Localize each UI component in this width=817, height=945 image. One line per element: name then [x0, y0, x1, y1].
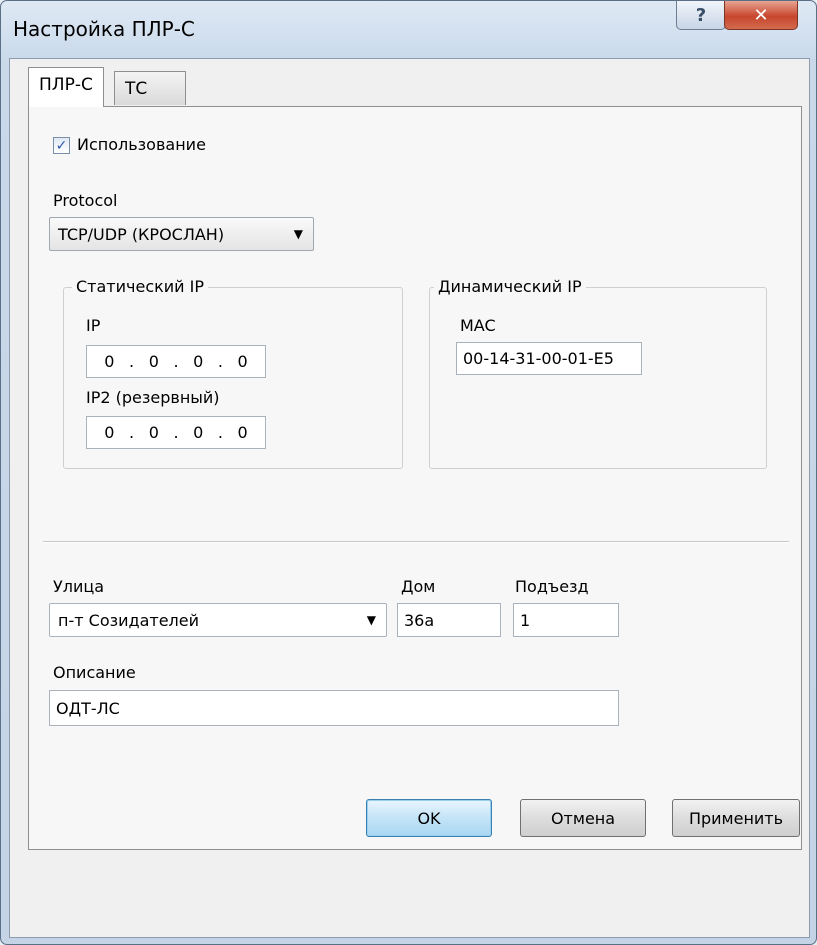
ip-label: IP: [86, 316, 101, 335]
ip2-input[interactable]: 0 . 0 . 0 . 0: [86, 416, 266, 449]
ip-input[interactable]: 0 . 0 . 0 . 0: [86, 345, 266, 378]
apply-button[interactable]: Применить: [672, 799, 800, 837]
ip-octet: 0: [193, 352, 204, 371]
static-ip-group: Статический IP IP 0 . 0 . 0 . 0 IP2 (рез…: [63, 277, 403, 469]
ip2-dot: .: [173, 423, 179, 442]
entrance-input[interactable]: 1: [513, 603, 619, 637]
close-button[interactable]: ✕: [724, 1, 798, 30]
ip-octet: 0: [104, 352, 115, 371]
street-select[interactable]: п-т Созидателей ▼: [49, 603, 387, 637]
tab-ts[interactable]: ТС: [114, 71, 186, 105]
chevron-down-icon: ▼: [293, 227, 303, 241]
ip2-dot: .: [217, 423, 223, 442]
dynamic-ip-group: Динамический IP MAC 00-14-31-00-01-E5: [429, 277, 767, 469]
ip2-octet: 0: [148, 423, 159, 442]
usage-checkbox[interactable]: ✓: [53, 137, 70, 154]
protocol-value: TCP/UDP (КРОСЛАН): [58, 224, 225, 244]
mac-label: MAC: [460, 316, 496, 335]
mac-input[interactable]: 00-14-31-00-01-E5: [456, 342, 642, 375]
ip-dot: .: [173, 352, 179, 371]
ip2-octet: 0: [237, 423, 248, 442]
description-input[interactable]: ОДТ-ЛС: [49, 690, 619, 726]
house-input[interactable]: 36а: [397, 603, 501, 637]
ip-octet: 0: [148, 352, 159, 371]
entrance-label: Подъезд: [515, 577, 589, 596]
protocol-label: Protocol: [53, 191, 118, 210]
help-button[interactable]: ?: [676, 1, 726, 30]
ip2-octet: 0: [104, 423, 115, 442]
house-label: Дом: [401, 577, 436, 596]
ip2-label: IP2 (резервный): [86, 388, 220, 407]
cancel-button[interactable]: Отмена: [520, 799, 646, 837]
settings-dialog: Настройка ПЛР-С ? ✕ ТС ПЛР-С ✓ Использов…: [0, 0, 817, 945]
street-label: Улица: [53, 577, 105, 596]
tab-plr-s[interactable]: ПЛР-С: [28, 67, 104, 107]
title-bar[interactable]: Настройка ПЛР-С ? ✕: [1, 1, 816, 57]
ok-button[interactable]: OK: [366, 799, 492, 837]
tab-panel: ✓ Использование Protocol TCP/UDP (КРОСЛА…: [28, 106, 802, 850]
description-label: Описание: [53, 663, 136, 682]
ip-dot: .: [129, 352, 135, 371]
window-title: Настройка ПЛР-С: [13, 17, 195, 41]
ip-dot: .: [217, 352, 223, 371]
section-divider: [43, 541, 789, 543]
ip-octet: 0: [237, 352, 248, 371]
dialog-client-area: ТС ПЛР-С ✓ Использование Protocol TCP/UD…: [9, 58, 810, 938]
static-ip-title: Статический IP: [72, 277, 209, 296]
usage-label[interactable]: Использование: [77, 135, 206, 154]
street-value: п-т Созидателей: [58, 610, 200, 630]
chevron-down-icon: ▼: [366, 613, 376, 627]
dynamic-ip-title: Динамический IP: [434, 277, 586, 296]
ip2-octet: 0: [193, 423, 204, 442]
ip2-dot: .: [129, 423, 135, 442]
protocol-select[interactable]: TCP/UDP (КРОСЛАН) ▼: [49, 217, 314, 251]
